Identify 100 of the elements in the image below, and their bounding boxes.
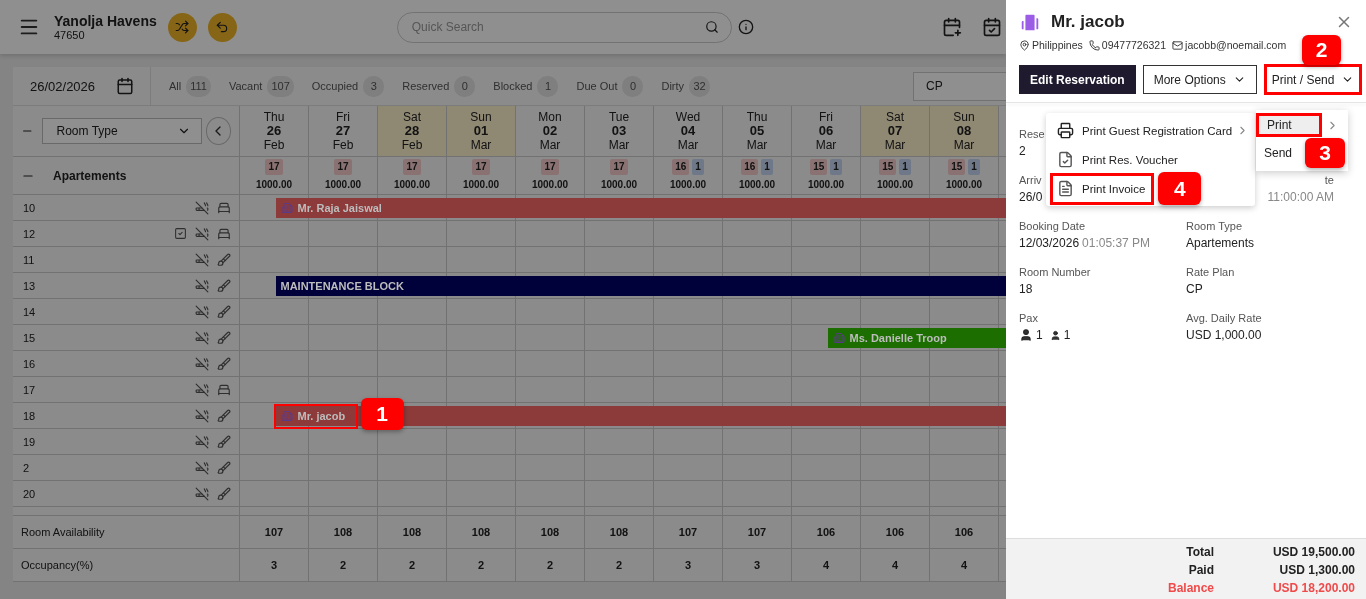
month: Mar xyxy=(470,138,492,152)
rate-plan-select[interactable]: CP xyxy=(913,71,1006,101)
available-count: 17 xyxy=(403,159,421,175)
weekday: Thu xyxy=(263,110,285,124)
menu-item[interactable]: Print Guest Registration Card xyxy=(1050,116,1235,145)
weekday: Sat xyxy=(403,110,421,124)
rate: 1000.00 xyxy=(393,178,431,192)
blocked-count: 1 xyxy=(692,159,704,175)
menu-item[interactable]: Send xyxy=(1256,141,1301,165)
summary-label: Room Availability xyxy=(21,526,105,538)
calendar-icon[interactable] xyxy=(116,77,134,95)
no-smoking-icon xyxy=(195,278,209,293)
month: Mar xyxy=(815,138,837,152)
building-icon xyxy=(832,332,845,344)
available-count: 17 xyxy=(334,159,352,175)
total-label: Paid xyxy=(1187,563,1214,577)
group-name: Apartements xyxy=(53,168,127,183)
summary-value: 2 xyxy=(447,549,516,581)
room-number: 19 xyxy=(23,435,36,448)
menu-item[interactable]: Print xyxy=(1256,113,1322,137)
field-label: Arriv xyxy=(1019,174,1042,186)
day-number: 06 xyxy=(818,124,834,138)
guest-name: Ms. Danielle Troop xyxy=(849,332,947,344)
group-select[interactable]: Room Type xyxy=(41,118,202,144)
child-icon xyxy=(1049,329,1061,341)
no-smoking-icon xyxy=(195,460,209,475)
undo-button[interactable] xyxy=(207,12,237,42)
field-label: Rate Plan xyxy=(1186,266,1235,278)
rate: 1000.00 xyxy=(807,178,845,192)
document-check-icon xyxy=(1057,151,1074,168)
field-label: Rese xyxy=(1019,128,1045,140)
rate: 1000.00 xyxy=(945,178,983,192)
guest-name: MAINTENANCE BLOCK xyxy=(280,280,404,292)
country: Philippines xyxy=(1032,39,1083,51)
search-field[interactable]: Quick Search xyxy=(409,19,705,35)
total-value: USD 19,500.00 xyxy=(1271,545,1355,559)
field-label: Avg. Daily Rate xyxy=(1186,312,1262,324)
field-value: 18 xyxy=(1019,282,1033,296)
status-filter[interactable]: Occupied 3 xyxy=(311,75,385,97)
reservation-bar[interactable]: Ms. Danielle Troop xyxy=(827,328,1006,348)
rate: 1000.00 xyxy=(324,178,362,192)
day-number: 01 xyxy=(473,124,489,138)
rate: 1000.00 xyxy=(600,178,638,192)
step-marker: 1 xyxy=(360,398,404,430)
status-filter[interactable]: Dirty 32 xyxy=(661,75,711,97)
menu-item[interactable]: Print Invoice xyxy=(1050,172,1155,205)
no-smoking-icon xyxy=(195,252,209,267)
summary-value: 108 xyxy=(378,516,447,548)
room-number: 16 xyxy=(23,357,36,370)
total-value: USD 18,200.00 xyxy=(1271,581,1355,595)
hotel-code: 47650 xyxy=(54,29,86,41)
step-marker: 2 xyxy=(1302,35,1341,65)
status-filter[interactable]: Reserved 0 xyxy=(402,75,476,97)
blocked-count: 1 xyxy=(899,159,911,175)
day-number: 03 xyxy=(611,124,627,138)
info-icon[interactable] xyxy=(737,19,754,35)
status-filter[interactable]: Vacant 107 xyxy=(228,75,294,97)
action-button[interactable]: Print / Send xyxy=(1263,64,1363,95)
block-bar[interactable]: MAINTENANCE BLOCK xyxy=(275,276,1006,296)
no-smoking-icon xyxy=(195,486,209,501)
undo-icon xyxy=(215,20,230,34)
summary-value: 4 xyxy=(861,549,930,581)
summary-value: 106 xyxy=(861,516,930,548)
room-number: 10 xyxy=(23,201,36,214)
field-value: 11:00:00 AM xyxy=(1267,190,1334,204)
calendar-plus-icon[interactable] xyxy=(942,17,962,37)
phone: 09477726321 xyxy=(1101,39,1167,51)
field-value: Apartements xyxy=(1186,236,1255,250)
menu-item[interactable]: Print Res. Voucher xyxy=(1050,145,1180,174)
room-number: 12 xyxy=(23,227,36,240)
calendar-check-icon[interactable] xyxy=(982,17,1002,37)
action-button[interactable]: Edit Reservation xyxy=(1019,65,1136,94)
status-filter[interactable]: Blocked 1 xyxy=(493,75,559,97)
status-filter[interactable]: Due Out 0 xyxy=(576,75,644,97)
shuffle-button[interactable] xyxy=(167,12,197,42)
summary-value: 2 xyxy=(585,549,654,581)
total-label: Balance xyxy=(1166,581,1214,595)
date-value: 26/02/2026 xyxy=(30,78,96,94)
field-label: Room Type xyxy=(1186,220,1243,232)
summary-value: 4 xyxy=(792,549,861,581)
no-smoking-icon xyxy=(195,382,209,397)
weekday: Tue xyxy=(608,110,630,124)
month: Feb xyxy=(401,138,423,152)
action-button[interactable]: More Options xyxy=(1142,65,1257,94)
day-number: 08 xyxy=(956,124,972,138)
weekday: Thu xyxy=(746,110,768,124)
adult-count: 1 xyxy=(1036,328,1043,342)
document-icon xyxy=(1057,180,1074,197)
blocked-count: 1 xyxy=(968,159,980,175)
day-number: 04 xyxy=(680,124,696,138)
month: Mar xyxy=(884,138,906,152)
day-number: 02 xyxy=(542,124,558,138)
reservation-bar[interactable]: Mr. Raja Jaiswal xyxy=(275,198,1006,218)
month: Mar xyxy=(746,138,768,152)
month: Feb xyxy=(263,138,285,152)
available-count: 17 xyxy=(472,159,490,175)
summary-value: 2 xyxy=(378,549,447,581)
summary-value: 3 xyxy=(654,549,723,581)
summary-value: 108 xyxy=(309,516,378,548)
field-value: 12/03/2026 01:05:37 PM xyxy=(1019,236,1151,250)
